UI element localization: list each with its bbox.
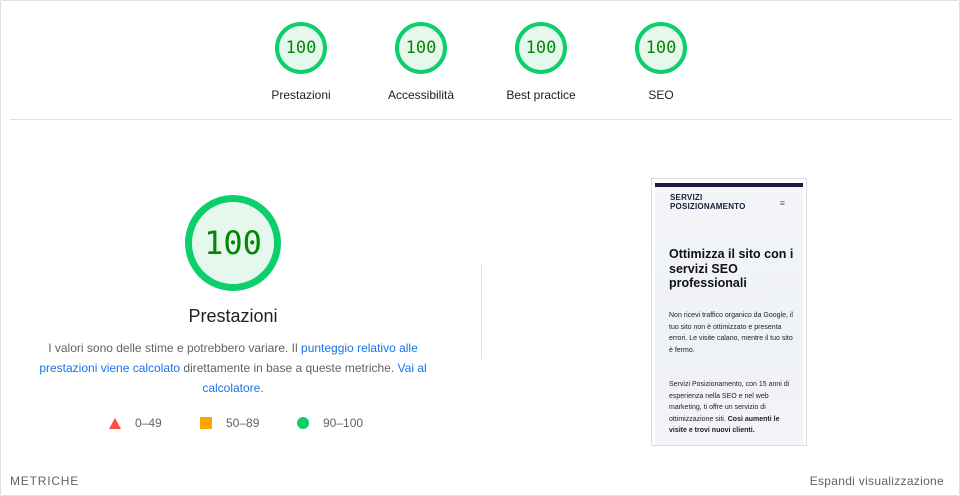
legend-average: 50–89 — [200, 416, 259, 430]
category-gauges: 100 Prestazioni 100 Accessibilità 100 Be… — [0, 22, 960, 108]
legend-fail-label: 0–49 — [135, 416, 162, 430]
vertical-divider — [481, 264, 482, 359]
expand-view-toggle[interactable]: Espandi visualizzazione — [810, 474, 944, 488]
site-headline: Ottimizza il sito con i servizi SEO prof… — [669, 247, 794, 290]
desc-text: . — [260, 381, 264, 395]
score-legend: 0–49 50–89 90–100 — [0, 416, 480, 434]
logo-line: SERVIZI — [670, 193, 703, 202]
legend-pass: 90–100 — [297, 416, 363, 430]
gauge-seo[interactable]: 100 SEO — [601, 22, 721, 102]
performance-title: Prestazioni — [188, 306, 278, 326]
hamburger-icon: ≡ — [779, 198, 785, 208]
site-logo: SERVIZI POSIZIONAMENTO — [670, 193, 746, 211]
site-paragraph: Non ricevi traffico organico da Google, … — [669, 312, 793, 354]
gauge-performance[interactable]: 100 Prestazioni — [241, 22, 361, 102]
gauge-score: 100 — [645, 38, 677, 58]
section-divider — [10, 119, 952, 120]
square-icon — [200, 417, 212, 429]
metrics-heading: METRICHE — [10, 474, 80, 488]
gauge-ring: 100 — [395, 22, 447, 74]
legend-pass-label: 90–100 — [323, 416, 364, 430]
triangle-icon — [109, 417, 121, 429]
performance-description: I valori sono delle stime e potrebbero v… — [30, 338, 436, 398]
gauge-label: Accessibilità — [387, 88, 455, 102]
gauge-ring: 100 — [275, 22, 327, 74]
legend-fail: 0–49 — [109, 416, 162, 430]
desc-text: I valori sono delle stime e potrebbero v… — [48, 341, 302, 355]
circle-icon — [297, 417, 309, 429]
gauge-ring: 100 — [635, 22, 687, 74]
site-paragraph: Servizi Posizionamento, con 15 anni di e… — [669, 379, 795, 437]
logo-line: POSIZIONAMENTO — [670, 202, 746, 211]
gauge-score: 100 — [285, 38, 317, 58]
gauge-label: SEO — [648, 88, 674, 102]
legend-average-label: 50–89 — [226, 416, 260, 430]
desc-text: direttamente in base a queste metriche. — [180, 361, 398, 375]
gauge-best-practices[interactable]: 100 Best practice — [481, 22, 601, 102]
gauge-ring: 100 — [515, 22, 567, 74]
gauge-score: 100 — [405, 38, 437, 58]
performance-gauge: 100 — [185, 195, 281, 291]
final-screenshot-thumbnail[interactable]: SERVIZI POSIZIONAMENTO ≡ Ottimizza il si… — [651, 178, 807, 446]
gauge-score: 100 — [525, 38, 557, 58]
gauge-label: Prestazioni — [271, 88, 331, 102]
gauge-accessibility[interactable]: 100 Accessibilità — [361, 22, 481, 102]
gauge-label: Best practice — [506, 88, 576, 102]
performance-score: 100 — [204, 224, 262, 262]
thumbnail-page: SERVIZI POSIZIONAMENTO ≡ Ottimizza il si… — [655, 187, 803, 445]
